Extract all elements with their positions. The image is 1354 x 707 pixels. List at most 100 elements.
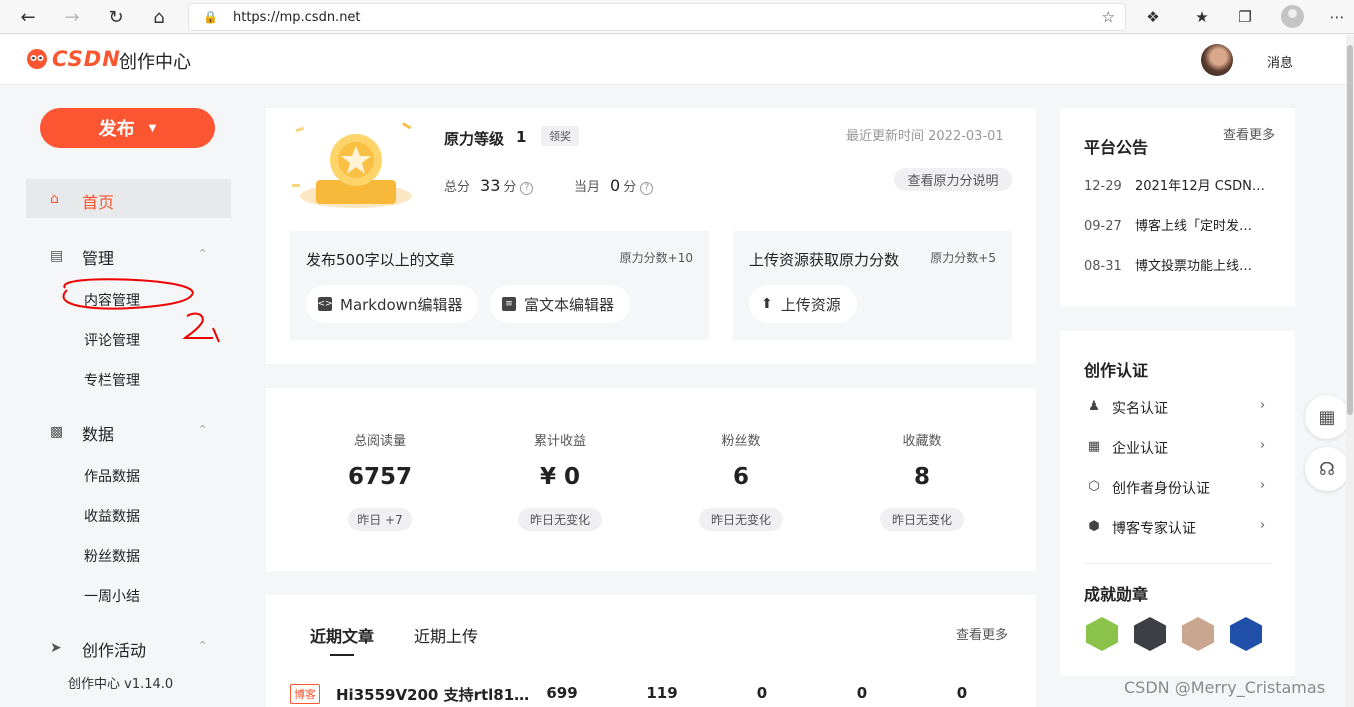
help-icon[interactable]: ? <box>640 182 654 195</box>
stat-change: 昨日无变化 <box>518 508 602 531</box>
announcement-title: 平台公告 <box>1084 138 1149 157</box>
claim-reward-button[interactable]: 领奖 <box>541 126 579 146</box>
announcement-item[interactable]: 12-29 2021年12月 CSDN… <box>1084 175 1265 194</box>
stat-change: 昨日无变化 <box>699 508 783 531</box>
avatar[interactable] <box>1201 44 1233 76</box>
certification-card: 创作认证 ♟ 实名认证 › ▦ 企业认证 › ⬡ 创作者身份认证 › ⬢ 博客专… <box>1060 331 1295 676</box>
upload-resource-button[interactable]: ⬆ 上传资源 <box>749 285 857 323</box>
stat-label: 粉丝数 <box>721 434 761 449</box>
expert-icon: ⬢ <box>1088 519 1100 534</box>
csdn-logo-text[interactable]: CSDN <box>52 47 121 71</box>
sidebar-item-home[interactable]: ⌂ 首页 <box>26 179 231 218</box>
article-stat: 0 <box>756 684 768 702</box>
extensions-icon[interactable]: ❖ <box>1142 6 1164 28</box>
upload-resource-label: 上传资源 <box>780 295 841 314</box>
caret-down-icon: ▼ <box>148 122 157 134</box>
watermark: CSDN @Merry_Cristamas <box>1124 678 1326 697</box>
chevron-up-icon: ⌃ <box>198 247 208 260</box>
announcement-card: 平台公告 查看更多 12-29 2021年12月 CSDN… 09-27 博客上线「… <box>1060 108 1295 306</box>
user-icon: ♟ <box>1088 399 1100 414</box>
sidebar-item-comment-manage[interactable]: 评论管理 <box>84 330 140 350</box>
back-icon[interactable]: ← <box>16 5 40 29</box>
cert-blog-expert[interactable]: ⬢ 博客专家认证 › <box>1084 518 1274 538</box>
stat-label: 累计收益 <box>533 434 586 449</box>
home-icon[interactable]: ⌂ <box>147 5 171 29</box>
cert-enterprise[interactable]: ▦ 企业认证 › <box>1084 438 1274 458</box>
paper-plane-icon: ➤ <box>50 640 62 656</box>
badge-icon[interactable] <box>1086 617 1118 651</box>
tab-recent-uploads[interactable]: 近期上传 <box>414 623 478 647</box>
sidebar-item-income-data[interactable]: 收益数据 <box>84 506 140 526</box>
tab-recent-articles[interactable]: 近期文章 <box>310 623 374 647</box>
level-number: 1 <box>516 128 527 146</box>
cert-label: 创作者身份认证 <box>1112 481 1210 497</box>
scrollbar-thumb[interactable] <box>1347 45 1353 415</box>
chevron-right-icon: › <box>1260 438 1266 453</box>
cert-label: 企业认证 <box>1112 441 1168 457</box>
page-header: CSDN 创作中心 消息 <box>0 35 1354 85</box>
refresh-icon[interactable]: ↻ <box>104 5 128 29</box>
announcement-text: 博客上线「定时发… <box>1135 219 1253 234</box>
announcement-item[interactable]: 09-27 博客上线「定时发… <box>1084 215 1252 234</box>
blog-tag: 博客 <box>290 684 320 704</box>
profile-icon[interactable] <box>1281 5 1304 28</box>
stat-favorites: 收藏数 8 昨日无变化 <box>832 388 1012 571</box>
upload-icon: ⬆ <box>761 296 773 312</box>
cert-creator-identity[interactable]: ⬡ 创作者身份认证 › <box>1084 478 1274 498</box>
page-title: 创作中心 <box>119 52 191 73</box>
sidebar-group-manage[interactable]: ▤ 管理 ⌃ <box>26 241 231 271</box>
messages-link[interactable]: 消息 <box>1267 52 1293 71</box>
headset-icon[interactable]: ☊ <box>1305 447 1349 491</box>
sidebar-group-label: 创作活动 <box>82 641 147 660</box>
sidebar-item-fans-data[interactable]: 粉丝数据 <box>84 546 140 566</box>
sidebar-item-column-manage[interactable]: 专栏管理 <box>84 370 140 390</box>
scrollbar[interactable] <box>1346 35 1354 707</box>
badge-icon[interactable] <box>1182 617 1214 651</box>
view-explanation-button[interactable]: 查看原力分说明 <box>894 168 1012 191</box>
task-title: 上传资源获取原力分数 <box>749 251 900 269</box>
badge-icon[interactable] <box>1134 617 1166 651</box>
announcement-text: 博文投票功能上线… <box>1135 259 1253 274</box>
annotation-marks <box>62 278 220 343</box>
sidebar-group-activities[interactable]: ➤ 创作活动 ⌃ <box>26 633 231 663</box>
rich-text-editor-button[interactable]: ≡ 富文本编辑器 <box>490 285 631 323</box>
markdown-icon: <> <box>317 297 333 311</box>
chevron-right-icon: › <box>1260 398 1266 413</box>
markdown-editor-button[interactable]: <> Markdown编辑器 <box>306 285 479 323</box>
see-more-link[interactable]: 查看更多 <box>1223 124 1275 143</box>
sidebar-group-label: 管理 <box>82 249 115 268</box>
sidebar-item-label: 首页 <box>82 193 115 212</box>
publish-label: 发布 <box>98 119 135 140</box>
total-score: 总分 33 分? <box>444 176 534 195</box>
announcement-date: 08-31 <box>1084 259 1122 274</box>
stat-total-income: 累计收益 ¥ 0 昨日无变化 <box>470 388 650 571</box>
stat-change: 昨日无变化 <box>880 508 964 531</box>
announcement-date: 12-29 <box>1084 179 1122 194</box>
cert-real-name[interactable]: ♟ 实名认证 › <box>1084 398 1274 418</box>
article-stat: 0 <box>956 684 968 702</box>
forward-icon[interactable]: → <box>60 5 84 29</box>
article-title[interactable]: Hi3559V200 支持rtl81… <box>336 684 529 705</box>
rich-text-editor-label: 富文本编辑器 <box>524 295 615 314</box>
stat-label: 总阅读量 <box>353 434 406 449</box>
stat-change: 昨日 +7 <box>348 508 412 531</box>
badge-icon[interactable] <box>1230 617 1262 651</box>
publish-button[interactable]: 发布 ▼ <box>40 108 215 148</box>
score-unit: 分 <box>623 180 637 195</box>
qr-code-icon[interactable]: ▦ <box>1305 395 1349 439</box>
sidebar-item-works-data[interactable]: 作品数据 <box>84 466 140 486</box>
favorites-icon[interactable]: ★ <box>1191 6 1213 28</box>
sidebar-group-data[interactable]: ▩ 数据 ⌃ <box>26 417 231 447</box>
collections-icon[interactable]: ❐ <box>1234 6 1256 28</box>
announcement-date: 09-27 <box>1084 219 1122 234</box>
building-icon: ▦ <box>1087 439 1101 454</box>
help-icon[interactable]: ? <box>520 182 534 195</box>
more-icon[interactable]: ⋯ <box>1326 6 1348 28</box>
csdn-logo-icon[interactable] <box>25 48 49 70</box>
sidebar-item-content-manage[interactable]: 内容管理 <box>84 290 140 310</box>
sidebar-item-weekly-summary[interactable]: 一周小结 <box>84 586 140 606</box>
see-more-link[interactable]: 查看更多 <box>956 624 1008 643</box>
announcement-item[interactable]: 08-31 博文投票功能上线… <box>1084 255 1252 274</box>
address-bar[interactable]: 🔒 https://mp.csdn.net ☆ <box>188 3 1126 31</box>
add-favorite-icon[interactable]: ☆ <box>1102 8 1115 26</box>
